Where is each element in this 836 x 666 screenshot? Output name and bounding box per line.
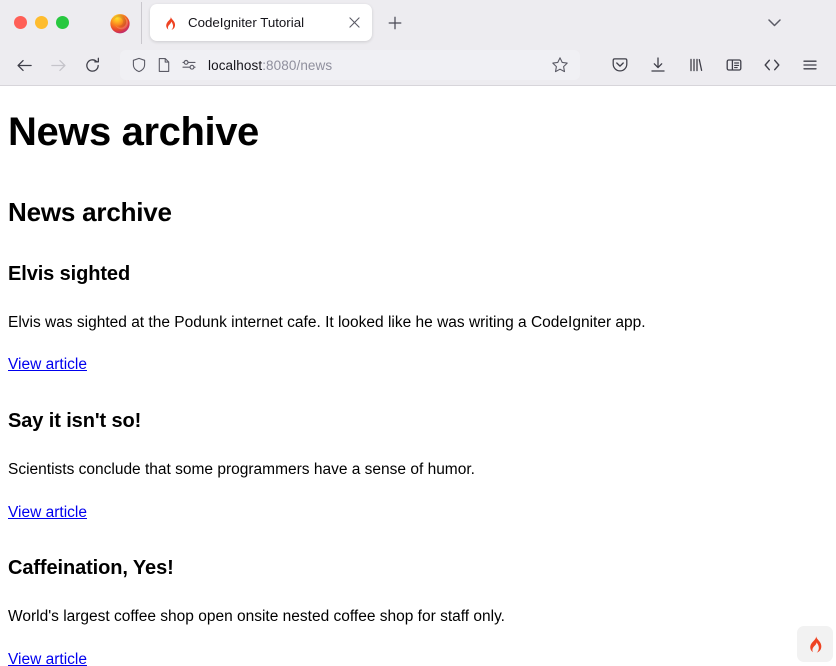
article-list-item: Say it isn't so! Scientists conclude tha…	[8, 410, 828, 522]
codeigniter-flame-icon	[805, 634, 825, 654]
article-body: Elvis was sighted at the Podunk internet…	[8, 314, 828, 333]
article-list-item: Elvis sighted Elvis was sighted at the P…	[8, 263, 828, 375]
library-button[interactable]	[680, 49, 712, 81]
plus-icon	[388, 16, 402, 30]
hamburger-menu-icon	[801, 56, 819, 74]
article-body: World's largest coffee shop open onsite …	[8, 608, 828, 627]
window-minimize-button[interactable]	[35, 16, 48, 29]
browser-tab-active[interactable]: CodeIgniter Tutorial	[150, 4, 372, 41]
section-heading: News archive	[8, 198, 828, 228]
library-icon	[687, 56, 705, 74]
pocket-button[interactable]	[604, 49, 636, 81]
firefox-logo-icon	[109, 12, 131, 34]
close-icon	[349, 17, 360, 28]
article-heading: Elvis sighted	[8, 263, 828, 286]
article-heading: Say it isn't so!	[8, 410, 828, 433]
bookmark-star-icon[interactable]	[551, 56, 569, 74]
reload-button[interactable]	[76, 49, 108, 81]
tabstrip-divider	[141, 2, 142, 44]
url-path: :8080/news	[262, 58, 332, 73]
article-list-item: Caffeination, Yes! World's largest coffe…	[8, 557, 828, 666]
download-icon	[649, 56, 667, 74]
forward-arrow-icon	[50, 57, 67, 74]
url-host: localhost	[208, 58, 262, 73]
view-article-link[interactable]: View article	[8, 356, 87, 375]
sidebar-button[interactable]	[718, 49, 750, 81]
page-title: News archive	[8, 110, 828, 154]
navigation-toolbar: localhost:8080/news	[0, 45, 836, 85]
chevron-down-icon	[768, 19, 781, 27]
codeigniter-flame-icon	[162, 15, 178, 31]
page-icon[interactable]	[156, 57, 172, 73]
toolbar-actions	[604, 49, 826, 81]
article-heading: Caffeination, Yes!	[8, 557, 828, 580]
view-article-link[interactable]: View article	[8, 651, 87, 666]
permissions-icon[interactable]	[181, 57, 197, 73]
url-text[interactable]: localhost:8080/news	[206, 58, 542, 73]
article-body: Scientists conclude that some programmer…	[8, 461, 828, 480]
codeigniter-debug-badge[interactable]	[797, 626, 833, 662]
back-button[interactable]	[8, 49, 40, 81]
shield-icon[interactable]	[131, 57, 147, 73]
reload-icon	[84, 57, 101, 74]
app-menu-button[interactable]	[794, 49, 826, 81]
list-all-tabs-button[interactable]	[760, 9, 788, 37]
tab-strip: CodeIgniter Tutorial	[0, 0, 836, 45]
new-tab-button[interactable]	[380, 8, 410, 38]
sidebar-icon	[725, 56, 743, 74]
window-close-button[interactable]	[14, 16, 27, 29]
devtools-button[interactable]	[756, 49, 788, 81]
window-zoom-button[interactable]	[56, 16, 69, 29]
page-content: News archive News archive Elvis sighted …	[0, 86, 836, 666]
tab-title: CodeIgniter Tutorial	[188, 15, 335, 30]
tab-close-button[interactable]	[345, 14, 363, 32]
downloads-button[interactable]	[642, 49, 674, 81]
code-icon	[763, 56, 781, 74]
window-controls	[14, 16, 69, 29]
view-article-link[interactable]: View article	[8, 504, 87, 523]
pocket-icon	[611, 56, 629, 74]
url-bar[interactable]: localhost:8080/news	[120, 50, 580, 80]
forward-button[interactable]	[42, 49, 74, 81]
browser-chrome: CodeIgniter Tutorial	[0, 0, 836, 86]
back-arrow-icon	[16, 57, 33, 74]
